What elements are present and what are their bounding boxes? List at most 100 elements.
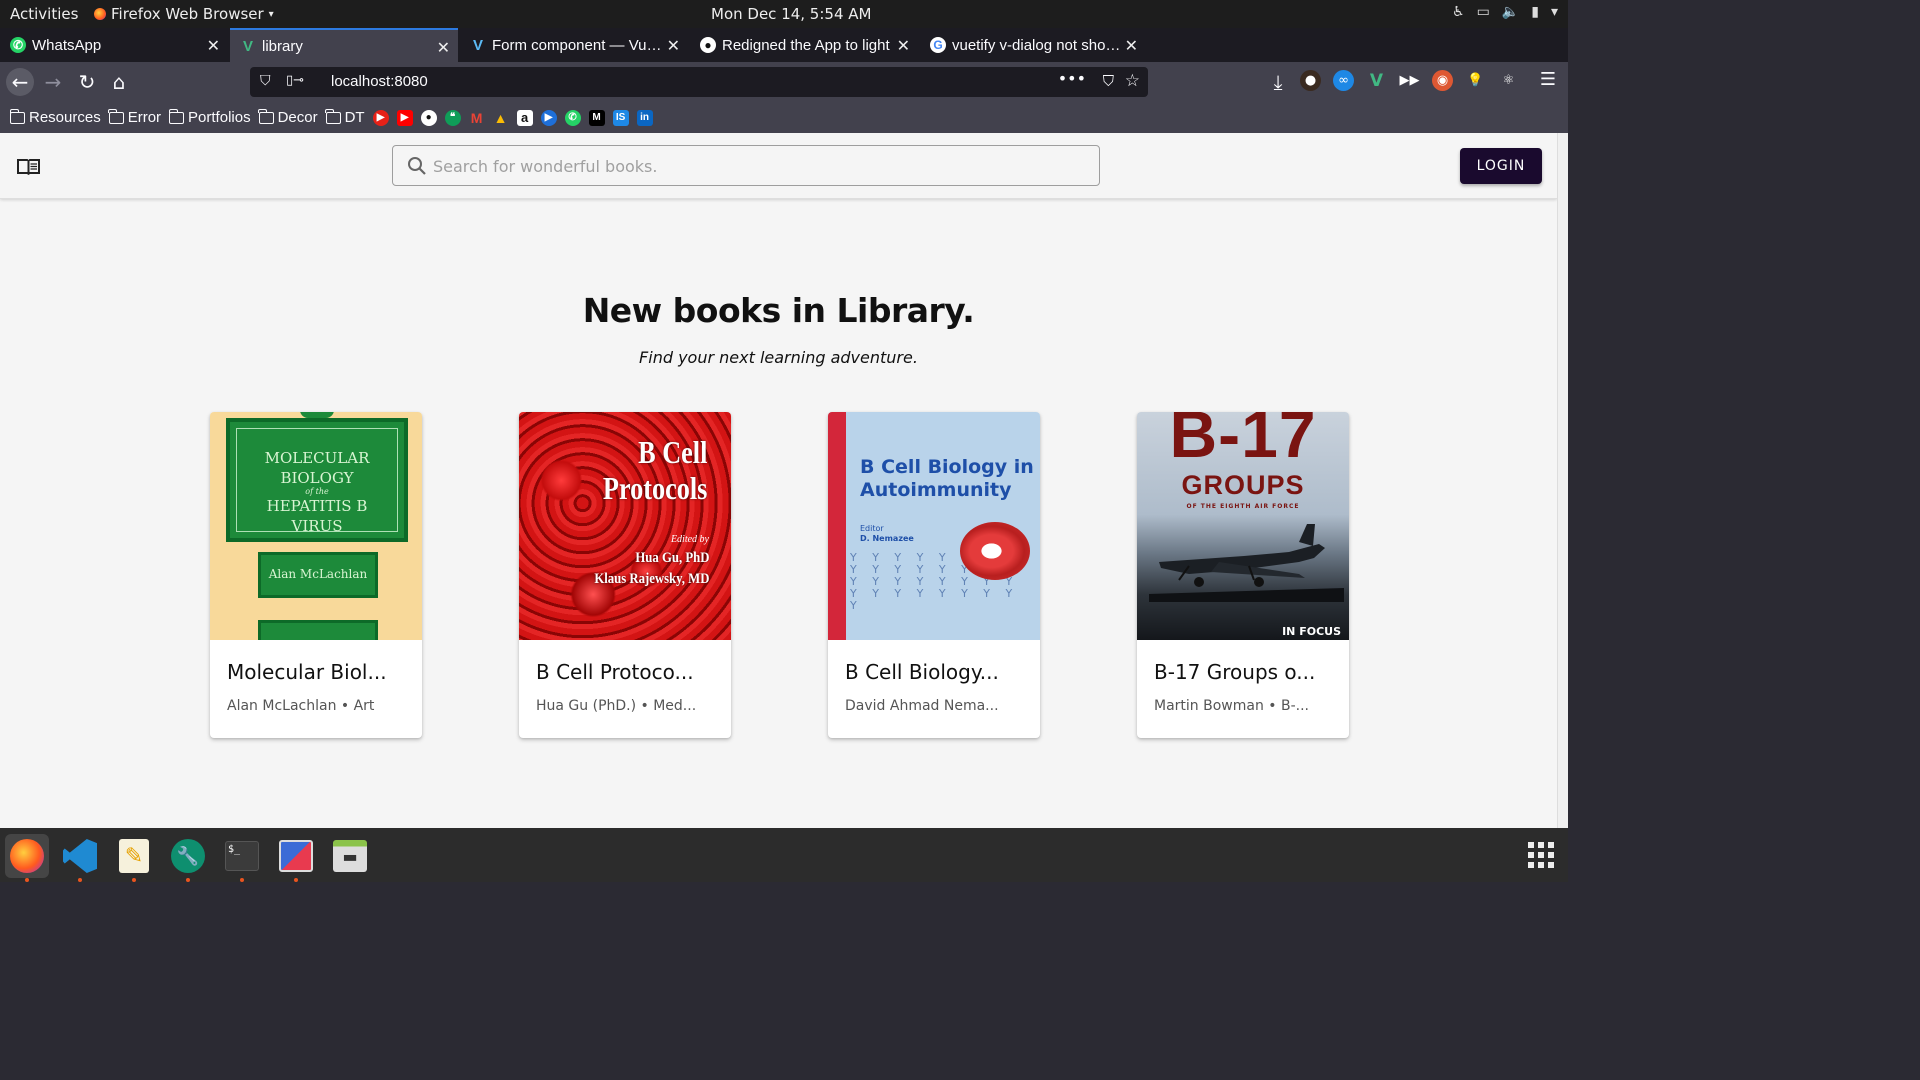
chevron-down-icon[interactable]: ▾	[1551, 4, 1558, 20]
is-icon[interactable]: IS	[612, 109, 629, 126]
bookmark-folder-error[interactable]: Error	[108, 108, 162, 126]
play-icon[interactable]: ▶	[540, 109, 557, 126]
tab-google[interactable]: G vuetify v-dialog not showing ✕	[920, 28, 1146, 62]
home-button[interactable]: ⌂	[106, 69, 132, 95]
back-button[interactable]: ←	[6, 68, 34, 96]
folder-icon	[108, 108, 124, 124]
bookmark-label: Resources	[29, 109, 101, 126]
tab-library[interactable]: V library ✕	[230, 28, 458, 62]
search-box[interactable]	[392, 145, 1100, 186]
cover-title: B Cell Biology in Autoimmunity	[860, 456, 1034, 502]
book-card[interactable]: MOLECULAR BIOLOGY of the HEPATITIS B VIR…	[210, 412, 422, 738]
book-title[interactable]: Molecular Biol...	[227, 660, 412, 684]
hangouts-icon[interactable]: ❝	[444, 109, 461, 126]
app-menu[interactable]: Firefox Web Browser ▾	[94, 5, 274, 23]
url-text[interactable]: localhost:8080	[331, 73, 428, 90]
forward-button[interactable]: →	[40, 69, 66, 95]
react-devtools-icon[interactable]: ⚛	[1498, 70, 1519, 91]
dock-screenshot-tool[interactable]	[274, 834, 318, 882]
search-icon	[407, 156, 427, 180]
page-actions-icon[interactable]: •••	[1058, 69, 1086, 88]
youtube-icon[interactable]: ▶	[396, 109, 413, 126]
bookmark-star-icon[interactable]: ☆	[1125, 71, 1140, 91]
accessibility-icon[interactable]: ♿	[1452, 4, 1465, 20]
close-icon[interactable]: ✕	[897, 36, 910, 56]
book-title[interactable]: B Cell Protoco...	[536, 660, 721, 684]
dock-terminal[interactable]: $_	[220, 834, 264, 882]
system-tray[interactable]: ♿ ▭ 🔈 ▮ ▾	[1452, 4, 1558, 20]
dock-firefox[interactable]	[5, 834, 49, 882]
amazon-icon[interactable]: a	[516, 109, 533, 126]
github-icon[interactable]: ●	[420, 109, 437, 126]
bookmark-folder-portfolios[interactable]: Portfolios	[168, 108, 251, 126]
cover-subtitle: GROUPS	[1181, 470, 1305, 500]
vue-devtools-icon[interactable]: V	[1366, 70, 1387, 91]
google-drive-icon[interactable]: ▲	[493, 110, 509, 126]
clock[interactable]: Mon Dec 14, 5:54 AM	[711, 5, 871, 23]
dock-text-editor[interactable]: ✎	[112, 834, 156, 882]
battery-icon[interactable]: ▮	[1531, 4, 1539, 20]
pocket-icon[interactable]: ⛉	[1103, 72, 1114, 90]
whatsapp-icon: ✆	[10, 37, 26, 53]
fast-forward-icon[interactable]: ▶▶	[1399, 70, 1420, 91]
folder-icon	[168, 108, 185, 124]
folder-icon	[325, 108, 341, 124]
book-meta: Martin Bowman • B-...	[1154, 698, 1309, 714]
login-button[interactable]: LOGIN	[1460, 148, 1542, 184]
activities-button[interactable]: Activities	[10, 5, 78, 23]
book-card[interactable]: B-17 GROUPS OF THE EIGHTH AIR FORCE IN F…	[1137, 412, 1349, 738]
book-logo-icon[interactable]	[16, 156, 41, 180]
book-cover[interactable]: B-17 GROUPS OF THE EIGHTH AIR FORCE IN F…	[1137, 412, 1349, 640]
volume-icon[interactable]: 🔈	[1502, 4, 1519, 20]
cover-line: B Cell Biology in	[860, 456, 1034, 478]
book-cover[interactable]: MOLECULAR BIOLOGY of the HEPATITIS B VIR…	[210, 412, 422, 640]
book-cover[interactable]: B Cell Biology in Autoimmunity Editor D.…	[828, 412, 1040, 640]
book-title[interactable]: B Cell Biology...	[845, 660, 1030, 684]
youtube-music-icon[interactable]: ▶	[372, 109, 389, 126]
show-applications-icon[interactable]	[1528, 842, 1554, 868]
tab-whatsapp[interactable]: ✆ WhatsApp ✕	[0, 28, 228, 62]
dock-files[interactable]: ▬	[328, 834, 372, 878]
reload-button[interactable]: ↻	[74, 69, 100, 95]
gmail-icon[interactable]: M	[469, 110, 485, 126]
bookmark-label: Error	[127, 109, 162, 126]
navigation-bar: ← → ↻ ⌂ ⛉ ▯⊸ localhost:8080 ••• ⛉ ☆ ⤓ ● …	[0, 62, 1568, 102]
book-card[interactable]: B Cell Protocols Edited by Hua Gu, PhD K…	[519, 412, 731, 738]
cover-authors: Hua Gu, PhD Klaus Rajewsky, MD	[594, 548, 709, 590]
page-info-icon[interactable]: ▯⊸	[286, 73, 304, 88]
lightbulb-icon[interactable]: 💡	[1465, 70, 1486, 91]
tab-github[interactable]: ● Redigned the App to light ✕	[690, 28, 918, 62]
duckduckgo-icon[interactable]: ◉	[1432, 70, 1453, 91]
dock-vscode[interactable]	[58, 834, 102, 882]
book-title[interactable]: B-17 Groups o...	[1154, 660, 1339, 684]
close-icon[interactable]: ✕	[667, 36, 680, 56]
window-icon[interactable]: ▭	[1477, 4, 1490, 20]
bookmark-folder-dt[interactable]: DT	[325, 108, 365, 126]
extension-avatar-icon[interactable]: ●	[1300, 70, 1321, 91]
extension-infinity-icon[interactable]: ∞	[1333, 70, 1354, 91]
shield-icon[interactable]: ⛉	[260, 73, 271, 89]
page-scrollbar[interactable]	[1557, 133, 1568, 828]
menu-icon[interactable]: ☰	[1540, 69, 1556, 90]
book-card[interactable]: B Cell Biology in Autoimmunity Editor D.…	[828, 412, 1040, 738]
dock-tool[interactable]: 🔧	[166, 834, 210, 882]
medium-icon[interactable]: M	[588, 109, 605, 126]
whatsapp-icon[interactable]: ✆	[564, 109, 581, 126]
cover-author-panel: Alan McLachlan	[258, 552, 378, 598]
bookmark-folder-decor[interactable]: Decor	[258, 108, 318, 126]
book-cover[interactable]: B Cell Protocols Edited by Hua Gu, PhD K…	[519, 412, 731, 640]
linkedin-icon[interactable]: in	[636, 109, 653, 126]
bookmarks-toolbar: Resources Error Portfolios Decor DT ▶ ▶ …	[0, 102, 1568, 133]
search-input[interactable]	[433, 154, 1073, 178]
web-viewport: LOGIN New books in Library. Find your ne…	[0, 133, 1557, 828]
close-icon[interactable]: ✕	[207, 36, 220, 56]
folder-icon	[258, 108, 274, 124]
tab-form-component[interactable]: V Form component — Vuetify ✕	[460, 28, 688, 62]
close-icon[interactable]: ✕	[1125, 36, 1138, 56]
close-icon[interactable]: ✕	[437, 38, 450, 58]
firefox-icon	[94, 8, 106, 20]
download-icon[interactable]: ⤓	[1265, 69, 1291, 95]
cover-title: B-17	[1169, 412, 1317, 471]
url-bar[interactable]: ⛉ ▯⊸ localhost:8080 ••• ⛉ ☆	[250, 67, 1148, 97]
bookmark-folder-resources[interactable]: Resources	[9, 108, 101, 126]
